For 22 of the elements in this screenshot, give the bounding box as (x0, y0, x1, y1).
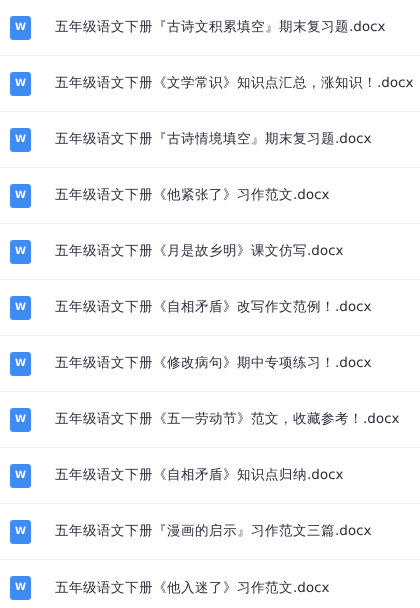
file-name[interactable]: 五年级语文下册《自相矛盾》改写作文范例！.docx (55, 297, 372, 318)
document-icon: W (10, 72, 31, 96)
file-name[interactable]: 五年级语文下册『古诗情境填空』期末复习题.docx (55, 129, 372, 150)
document-icon: W (10, 240, 31, 264)
file-name[interactable]: 五年级语文下册《月是故乡明》课文仿写.docx (55, 241, 344, 262)
document-icon: W (10, 520, 31, 544)
document-icon: W (10, 464, 31, 488)
file-name[interactable]: 五年级语文下册『古诗文积累填空』期末复习题.docx (55, 17, 386, 38)
document-icon: W (10, 16, 31, 40)
document-icon: W (10, 128, 31, 152)
document-icon: W (10, 352, 31, 376)
file-name[interactable]: 五年级语文下册《修改病句》期中专项练习！.docx (55, 353, 372, 374)
document-icon: W (10, 296, 31, 320)
document-icon: W (10, 408, 31, 432)
file-name[interactable]: 五年级语文下册《五一劳动节》范文，收藏参考！.docx (55, 409, 400, 430)
file-name[interactable]: 五年级语文下册『漫画的启示』习作范文三篇.docx (55, 521, 372, 542)
file-name[interactable]: 五年级语文下册《文学常识》知识点汇总，涨知识！.docx (55, 73, 414, 94)
file-name[interactable]: 五年级语文下册《他紧张了》习作范文.docx (55, 185, 330, 206)
file-name[interactable]: 五年级语文下册《他入迷了》习作范文.docx (55, 578, 330, 598)
document-icon: W (10, 184, 31, 208)
file-name[interactable]: 五年级语文下册《自相矛盾》知识点归纳.docx (55, 465, 344, 486)
document-icon: W (10, 576, 31, 600)
